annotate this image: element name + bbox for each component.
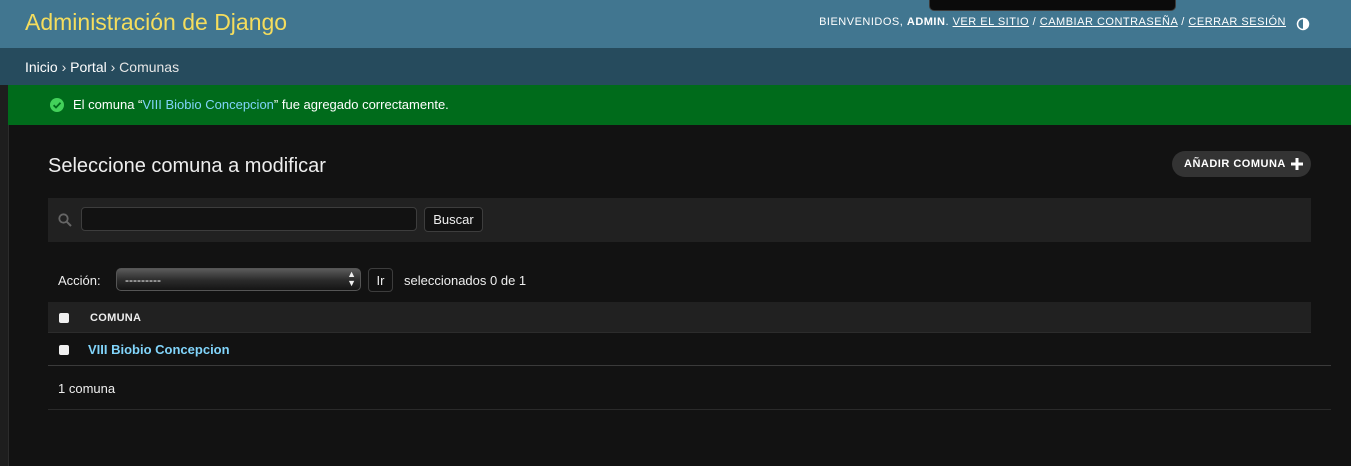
plus-icon — [1291, 158, 1303, 170]
add-button-label: Añadir comuna — [1184, 158, 1286, 170]
table-row: VIII Biobio Concepcion — [48, 333, 1311, 366]
action-select-value: --------- — [125, 273, 161, 287]
select-arrows-icon: ▲ ▼ — [347, 269, 356, 288]
top-popup-panel — [929, 0, 1176, 11]
breadcrumb-separator: › — [61, 59, 67, 75]
row-checkbox[interactable] — [59, 345, 69, 355]
separator: / — [1181, 16, 1185, 28]
success-message: El comuna “VIII Biobio Concepcion” fue a… — [8, 85, 1351, 125]
site-title[interactable]: Administración de Django — [25, 9, 287, 35]
welcome-text: Bienvenidos, — [819, 16, 904, 28]
divider — [48, 409, 1331, 410]
breadcrumb-separator: › — [110, 59, 116, 75]
column-header-comuna[interactable]: Comuna — [90, 312, 141, 324]
table-header: Comuna — [48, 302, 1311, 333]
breadcrumb-home[interactable]: Inicio — [25, 59, 58, 75]
paginator: 1 comuna — [58, 381, 116, 396]
view-site-link[interactable]: Ver el sitio — [953, 16, 1030, 28]
search-button[interactable]: Buscar — [424, 207, 483, 232]
action-select[interactable]: --------- ▲ ▼ — [116, 268, 361, 291]
search-icon — [58, 213, 72, 227]
search-input[interactable] — [81, 207, 417, 231]
search-toolbar: Buscar — [48, 198, 1311, 242]
selection-counter: seleccionados 0 de 1 — [404, 273, 527, 288]
action-label: Acción: — [58, 273, 101, 288]
site-branding[interactable]: Administración de Django — [25, 9, 287, 36]
message-prefix: El comuna “ — [73, 97, 143, 112]
add-comuna-button[interactable]: Añadir comuna — [1172, 151, 1311, 177]
breadcrumb-app[interactable]: Portal — [70, 59, 107, 75]
divider — [48, 365, 1331, 366]
message-link[interactable]: VIII Biobio Concepcion — [142, 97, 274, 112]
breadcrumb-current: Comunas — [119, 59, 180, 75]
go-button[interactable]: Ir — [368, 268, 393, 292]
message-text: El comuna “VIII Biobio Concepcion” fue a… — [73, 97, 449, 112]
message-suffix: ” fue agregado correctamente. — [273, 97, 449, 112]
breadcrumb: Inicio › Portal › Comunas — [0, 48, 1351, 85]
header: Administración de Django Bienvenidos, ad… — [0, 0, 1351, 48]
separator: / — [1032, 16, 1037, 28]
page-title: Seleccione comuna a modificar — [48, 155, 326, 177]
user-tools: Bienvenidos, admin. Ver el sitio / Cambi… — [819, 16, 1286, 28]
theme-toggle-icon[interactable] — [1296, 17, 1310, 31]
success-check-icon — [50, 98, 64, 112]
sidebar-collapsed-strip[interactable] — [0, 85, 9, 466]
username: admin — [906, 16, 946, 28]
comuna-link[interactable]: VIII Biobio Concepcion — [88, 342, 230, 357]
select-all-checkbox[interactable] — [59, 313, 69, 323]
actions-bar: Acción: --------- ▲ ▼ Ir seleccionados 0 … — [48, 262, 1311, 296]
logout-link[interactable]: Cerrar sesión — [1188, 16, 1286, 28]
change-password-link[interactable]: Cambiar contraseña — [1040, 16, 1178, 28]
